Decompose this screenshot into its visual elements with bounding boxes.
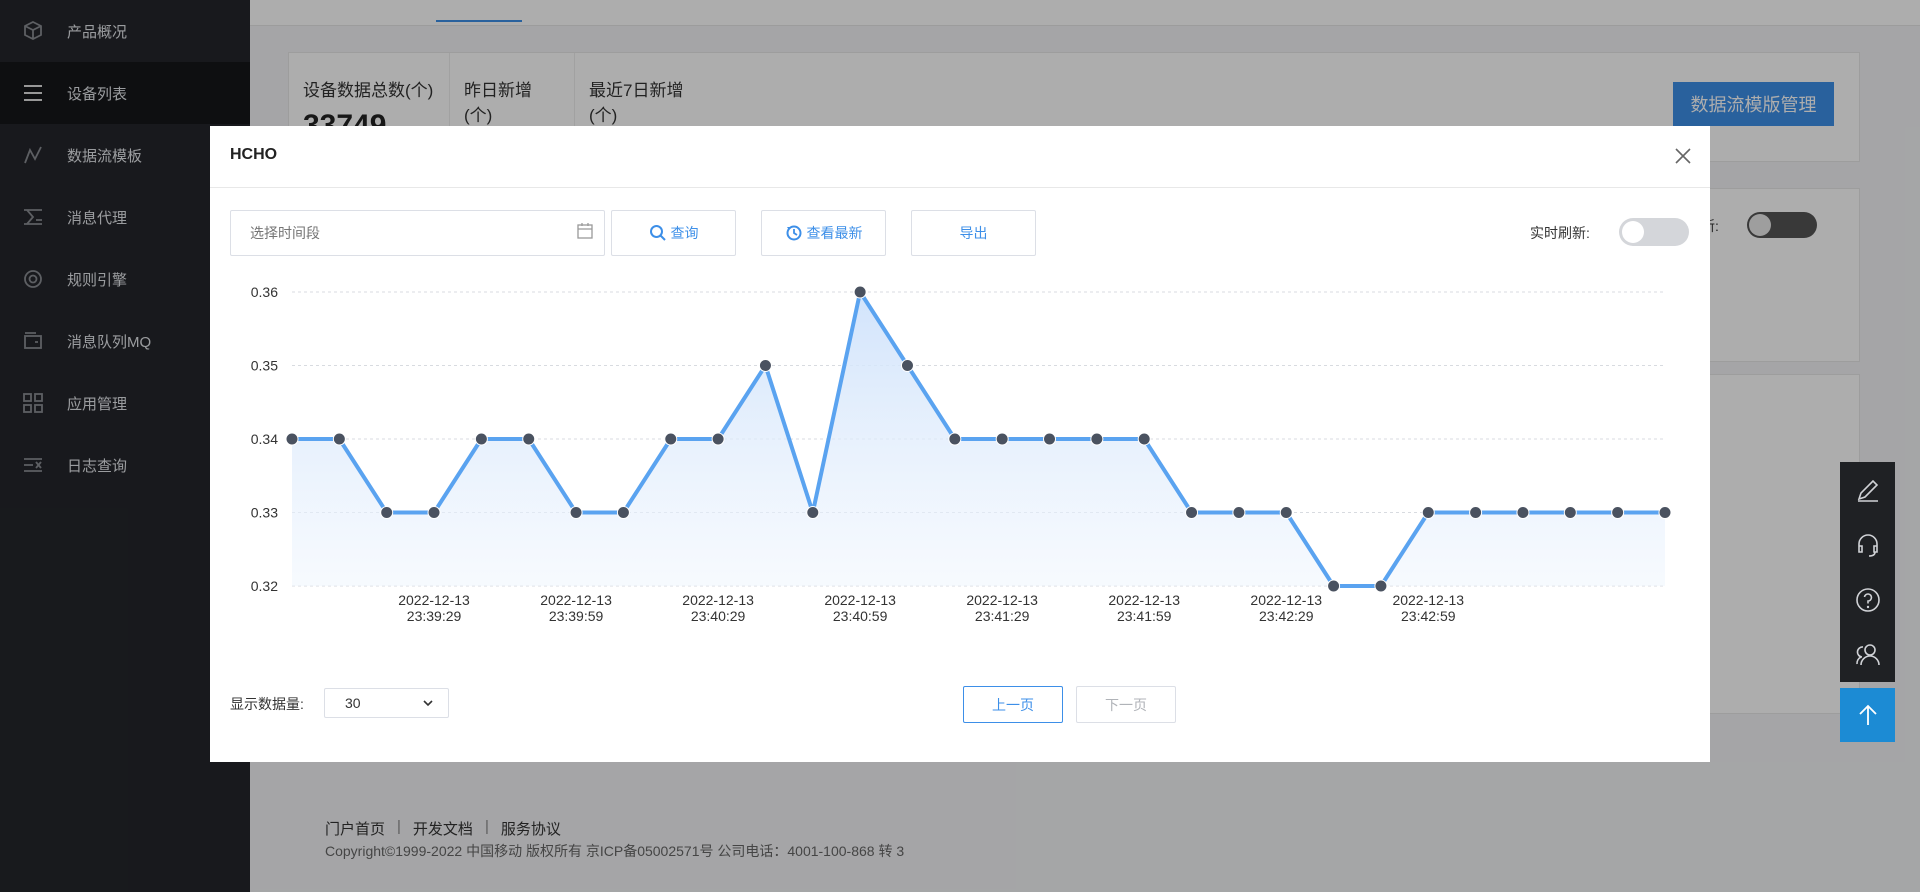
- edit-button[interactable]: [1840, 462, 1895, 517]
- data-point: [569, 506, 583, 519]
- data-point: [1469, 506, 1483, 519]
- export-label: 导出: [959, 225, 988, 241]
- data-point: [664, 432, 678, 446]
- x-tick-time-label: 23:41:29: [975, 608, 1030, 624]
- y-tick-label: 0.34: [251, 431, 278, 447]
- prev-page-button[interactable]: 上一页: [963, 686, 1063, 723]
- support-button[interactable]: [1840, 517, 1895, 572]
- hcho-modal: HCHO 查询 查看最新 导出 实时刷新: 0.36 0.35 0.34 0.33 0.…: [210, 126, 1710, 762]
- query-label: 查询: [670, 225, 699, 241]
- x-tick-time-label: 23:39:29: [407, 608, 462, 624]
- query-button[interactable]: 查询: [611, 210, 736, 256]
- realtime-refresh-toggle[interactable]: [1619, 218, 1689, 246]
- arrow-up-icon: [1858, 704, 1877, 725]
- x-tick-time-label: 23:39:59: [549, 608, 604, 624]
- modal-title: HCHO: [230, 146, 278, 163]
- pencil-icon: [1857, 479, 1878, 502]
- y-tick-label: 0.36: [251, 284, 278, 300]
- data-point: [806, 506, 820, 519]
- search-icon: [649, 225, 666, 241]
- data-point: [474, 432, 488, 446]
- data-point: [616, 506, 630, 519]
- x-tick-date-label: 2022-12-13: [1108, 592, 1180, 608]
- data-point: [380, 506, 394, 519]
- data-point: [1043, 432, 1057, 446]
- data-point: [285, 432, 299, 446]
- x-tick-time-label: 23:40:29: [691, 608, 746, 624]
- data-point: [948, 432, 962, 446]
- data-point: [1563, 506, 1577, 519]
- floating-toolbar: [1840, 462, 1895, 682]
- data-point: [853, 285, 867, 299]
- data-point: [1279, 506, 1293, 519]
- data-point: [1421, 506, 1435, 519]
- y-tick-label: 0.35: [251, 358, 278, 374]
- x-tick-date-label: 2022-12-13: [682, 592, 754, 608]
- community-button[interactable]: [1840, 627, 1895, 682]
- data-point: [427, 506, 441, 519]
- x-tick-date-label: 2022-12-13: [1250, 592, 1322, 608]
- refresh-icon: [786, 225, 801, 241]
- view-latest-button[interactable]: 查看最新: [761, 210, 886, 256]
- date-range-input[interactable]: [230, 210, 605, 256]
- x-tick-date-label: 2022-12-13: [398, 592, 470, 608]
- data-point: [1090, 432, 1104, 446]
- data-point: [1232, 506, 1246, 519]
- x-tick-time-label: 23:42:59: [1401, 608, 1456, 624]
- data-point: [711, 432, 725, 446]
- x-tick-date-label: 2022-12-13: [966, 592, 1038, 608]
- data-point: [1516, 506, 1530, 519]
- headset-icon: [1857, 533, 1878, 557]
- modal-header: HCHO: [210, 126, 1710, 188]
- next-page-button[interactable]: 下一页: [1076, 686, 1176, 723]
- data-point: [995, 432, 1009, 446]
- data-point: [900, 359, 914, 372]
- display-count-label: 显示数据量:: [230, 696, 304, 712]
- view-latest-label: 查看最新: [806, 225, 863, 241]
- users-icon: [1855, 643, 1880, 665]
- data-point: [1327, 579, 1341, 593]
- data-point: [1185, 506, 1199, 519]
- data-point: [1658, 506, 1672, 519]
- x-tick-date-label: 2022-12-13: [824, 592, 896, 608]
- chevron-down-icon: [423, 700, 433, 707]
- data-point: [758, 359, 772, 372]
- help-button[interactable]: [1840, 572, 1895, 627]
- display-count-value: 30: [345, 695, 361, 711]
- y-tick-label: 0.32: [251, 578, 278, 594]
- x-tick-time-label: 23:41:59: [1117, 608, 1172, 624]
- question-icon: [1855, 587, 1880, 612]
- calendar-icon[interactable]: [576, 222, 594, 240]
- data-point: [1137, 432, 1151, 446]
- back-to-top-button[interactable]: [1840, 688, 1895, 742]
- data-point: [1374, 579, 1388, 593]
- data-point: [1611, 506, 1625, 519]
- x-tick-time-label: 23:40:59: [833, 608, 888, 624]
- x-tick-time-label: 23:42:29: [1259, 608, 1314, 624]
- close-icon[interactable]: [1671, 144, 1695, 168]
- export-button[interactable]: 导出: [911, 210, 1036, 256]
- y-tick-label: 0.33: [251, 505, 278, 521]
- data-point: [522, 432, 536, 446]
- x-tick-date-label: 2022-12-13: [1392, 592, 1464, 608]
- data-point: [332, 432, 346, 446]
- x-tick-date-label: 2022-12-13: [540, 592, 612, 608]
- hcho-line-chart: 0.360.350.340.330.322022-12-1323:39:2920…: [251, 284, 1672, 624]
- realtime-refresh-label: 实时刷新:: [1530, 225, 1590, 241]
